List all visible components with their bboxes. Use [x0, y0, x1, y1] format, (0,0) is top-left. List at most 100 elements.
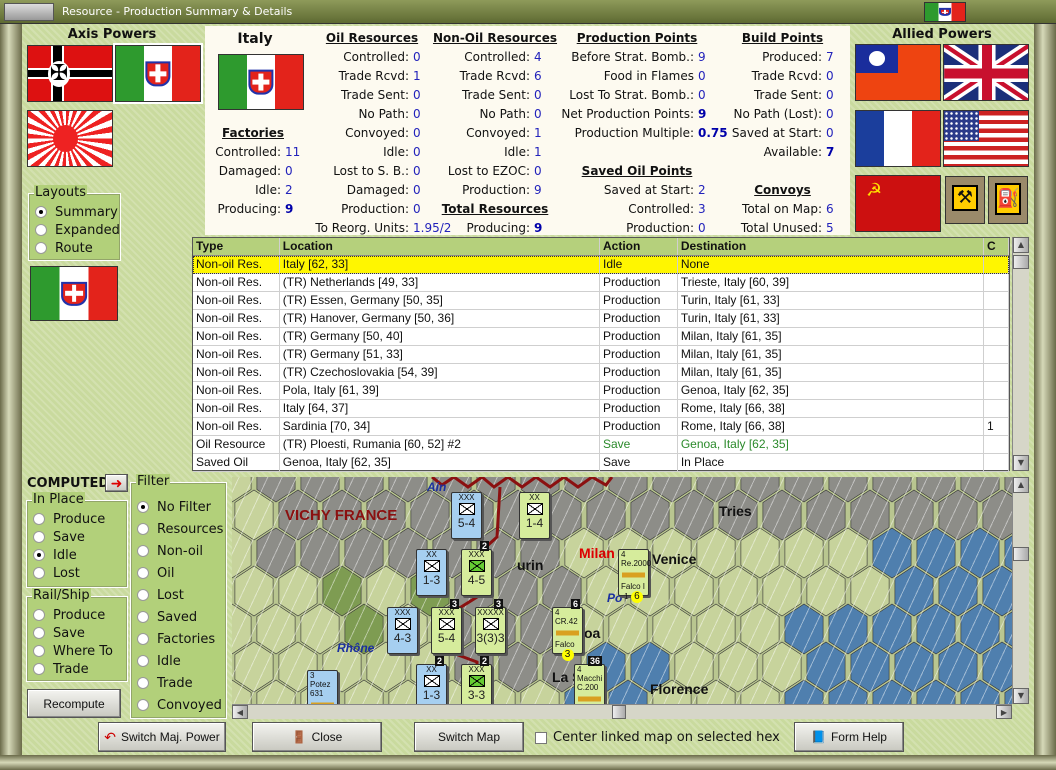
center-map-checkbox[interactable] [535, 731, 547, 744]
column-header-type[interactable]: Type [193, 238, 280, 255]
scroll-up-icon[interactable]: ▲ [1013, 237, 1029, 253]
in-place-option-idle[interactable]: Idle [27, 546, 127, 564]
layout-option-route[interactable]: Route [29, 239, 120, 257]
table-row[interactable]: Non-oil Res. Sardinia [70, 34] Production R… [193, 418, 1009, 436]
in-place-option-produce[interactable]: Produce [27, 510, 127, 528]
filter-option-oil[interactable]: Oil [131, 562, 226, 584]
filter-option-no-filter[interactable]: No Filter [131, 496, 226, 518]
filter-option-trade[interactable]: Trade [131, 672, 226, 694]
radio-button[interactable] [33, 663, 45, 675]
map-scroll-down-icon[interactable]: ▼ [1013, 688, 1029, 704]
unit-counter[interactable]: XXX 4-5 2 [461, 541, 492, 596]
radio-button[interactable] [35, 224, 47, 236]
germany-flag-button[interactable]: ✠ [27, 45, 113, 102]
air-unit-counter[interactable]: 4 Re.2000 Falco I1 6 [618, 549, 651, 603]
radio-button[interactable] [33, 567, 45, 579]
scroll-right-icon[interactable]: ▶ [996, 705, 1012, 719]
layout-option-expanded[interactable]: Expanded [29, 221, 120, 239]
table-row[interactable]: Oil Resource (TR) Ploesti, Rumania [60, 5… [193, 436, 1009, 454]
radio-button[interactable] [137, 699, 149, 711]
in-place-option-save[interactable]: Save [27, 528, 127, 546]
radio-button[interactable] [137, 567, 149, 579]
filter-option-lost[interactable]: Lost [131, 584, 226, 606]
air-unit-counter[interactable]: 4 Macchi C.200Saetta236 [574, 656, 605, 704]
column-header-destination[interactable]: Destination [678, 238, 985, 255]
radio-button[interactable] [35, 206, 47, 218]
table-row[interactable]: Non-oil Res. (TR) Germany [50, 40] Product… [193, 328, 1009, 346]
in-place-option-lost[interactable]: Lost [27, 564, 127, 582]
scroll-thumb[interactable] [1013, 255, 1029, 269]
unit-counter[interactable]: XXXXX 3(3)3 3 [475, 599, 506, 654]
system-menu-icon[interactable] [4, 3, 54, 21]
close-button[interactable]: 🚪 Close [252, 722, 382, 752]
computed-arrow-button[interactable]: ➜ [105, 474, 128, 492]
table-scrollbar[interactable]: ▲ ▼ [1012, 237, 1029, 471]
layout-option-summary[interactable]: Summary [29, 203, 120, 221]
air-unit-counter[interactable]: 4 CR.42 Falco 3 6 [552, 599, 583, 661]
rail-ship-option-produce[interactable]: Produce [27, 606, 127, 624]
radio-button[interactable] [137, 677, 149, 689]
center-map-checkbox-row[interactable]: Center linked map on selected hex [535, 730, 780, 745]
radio-button[interactable] [33, 549, 45, 561]
scroll-left-icon[interactable]: ◀ [232, 705, 248, 719]
radio-button[interactable] [33, 531, 45, 543]
unit-counter[interactable]: XXX 5-4 3 [431, 599, 462, 654]
filter-option-resources[interactable]: Resources [131, 518, 226, 540]
map-view[interactable]: VICHY FRANCEAinALPurinMilanVenicePoRhône… [232, 477, 1012, 704]
table-row[interactable]: Non-oil Res. (TR) Essen, Germany [50, 35]… [193, 292, 1009, 310]
france-flag-button[interactable] [855, 110, 941, 167]
radio-button[interactable] [35, 242, 47, 254]
table-row[interactable]: Non-oil Res. Italy [62, 33] Idle None [193, 256, 1009, 274]
column-header-c[interactable]: C [984, 238, 1009, 255]
italy-flag-button[interactable] [113, 43, 203, 104]
radio-button[interactable] [137, 611, 149, 623]
radio-button[interactable] [137, 655, 149, 667]
column-header-action[interactable]: Action [600, 238, 678, 255]
table-row[interactable]: Non-oil Res. (TR) Netherlands [49, 33] Pro… [193, 274, 1009, 292]
ussr-flag-button[interactable]: ☭ [855, 175, 941, 232]
table-row[interactable]: Non-oil Res. (TR) Czechoslovakia [54, 39]… [193, 364, 1009, 382]
unit-counter[interactable]: XX 1-3 2 [416, 656, 447, 704]
switch-map-button[interactable]: Switch Map [414, 722, 524, 752]
map-vertical-scrollbar[interactable]: ▲ ▼ [1012, 477, 1029, 704]
scroll-down-icon[interactable]: ▼ [1013, 455, 1029, 471]
china-flag-button[interactable] [855, 44, 941, 101]
table-row[interactable]: Saved Oil Genoa, Italy [62, 35] Save In Pla… [193, 454, 1009, 472]
filter-option-idle[interactable]: Idle [131, 650, 226, 672]
filter-option-non-oil[interactable]: Non-oil [131, 540, 226, 562]
japan-flag-button[interactable] [27, 110, 113, 167]
unit-counter[interactable]: XXX 4-3 [387, 607, 418, 654]
radio-button[interactable] [33, 609, 45, 621]
radio-button[interactable] [137, 523, 149, 535]
map-horizontal-scrollbar[interactable]: ◀ ▶ [232, 704, 1012, 719]
rail-ship-option-where-to[interactable]: Where To [27, 642, 127, 660]
table-row[interactable]: Non-oil Res. (TR) Hanover, Germany [50, 3… [193, 310, 1009, 328]
radio-button[interactable] [137, 501, 149, 513]
column-header-location[interactable]: Location [280, 238, 600, 255]
radio-button[interactable] [137, 633, 149, 645]
radio-button[interactable] [137, 589, 149, 601]
map-scroll-up-icon[interactable]: ▲ [1013, 477, 1029, 493]
unit-counter[interactable]: XX 1-4 [519, 492, 550, 539]
radio-button[interactable] [137, 545, 149, 557]
map-scroll-thumb[interactable] [612, 705, 626, 719]
radio-button[interactable] [33, 513, 45, 525]
radio-button[interactable] [33, 645, 45, 657]
oil-derrick-icon[interactable]: ⛽ [988, 176, 1028, 224]
recompute-button[interactable]: Recompute [27, 689, 121, 718]
resource-icon[interactable]: ⚒ [945, 176, 985, 224]
switch-major-power-button[interactable]: ↶ Switch Maj. Power [98, 722, 226, 752]
table-row[interactable]: Non-oil Res. Italy [64, 37] Production Rome… [193, 400, 1009, 418]
table-row[interactable]: Non-oil Res. (TR) Germany [51, 33] Product… [193, 346, 1009, 364]
unit-counter[interactable]: XX 1-3 [416, 549, 447, 596]
filter-option-factories[interactable]: Factories [131, 628, 226, 650]
radio-button[interactable] [33, 627, 45, 639]
map-vscroll-thumb[interactable] [1013, 547, 1029, 561]
rail-ship-option-trade[interactable]: Trade [27, 660, 127, 678]
unit-counter[interactable]: XXX 5-4 [451, 492, 482, 539]
filter-option-saved[interactable]: Saved [131, 606, 226, 628]
unit-counter[interactable]: XXX 3-3 2 [461, 656, 492, 704]
uk-flag-button[interactable] [943, 44, 1029, 101]
air-unit-counter[interactable]: 3 Potez 6315 [307, 670, 338, 704]
filter-option-convoyed[interactable]: Convoyed [131, 694, 226, 716]
